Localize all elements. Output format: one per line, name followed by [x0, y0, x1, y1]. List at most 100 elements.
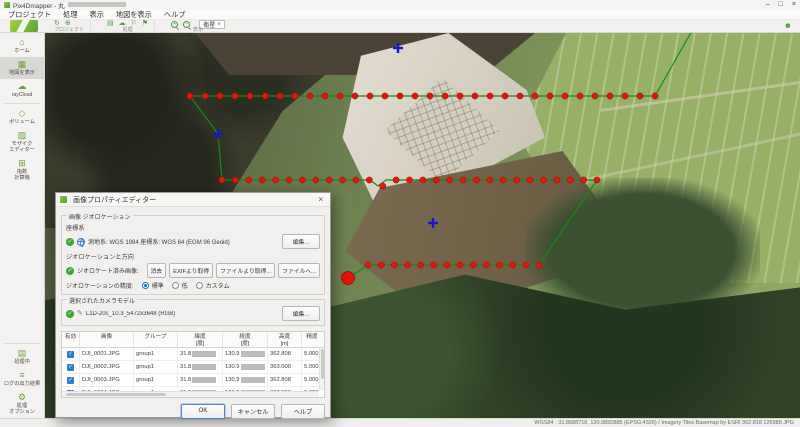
camera-position-dot[interactable] [272, 177, 278, 183]
menu-project[interactable]: プロジェクト [2, 9, 57, 20]
camera-position-dot[interactable] [567, 177, 573, 183]
camera-position-dot[interactable] [262, 93, 268, 99]
new-step-icon[interactable]: ▤ [107, 20, 114, 28]
camera-position-dot[interactable] [554, 177, 560, 183]
camera-position-dot[interactable] [322, 93, 328, 99]
minimize-button[interactable]: – [766, 0, 770, 9]
camera-position-dot[interactable] [496, 262, 502, 268]
menu-help[interactable]: ヘルプ [158, 9, 192, 20]
camera-position-dot[interactable] [219, 177, 225, 183]
camera-position-dot[interactable] [307, 93, 313, 99]
camera-position-dot[interactable] [286, 177, 292, 183]
menu-view[interactable]: 表示 [84, 9, 110, 20]
vertical-scrollbar[interactable] [319, 348, 324, 391]
col-latitude[interactable]: 緯度 [度] [178, 332, 223, 347]
camera-position-dot[interactable] [366, 177, 372, 183]
sidebar-item-processing[interactable]: ▤ 処理中 [0, 346, 44, 368]
camera-position-dot[interactable] [326, 177, 332, 183]
camera-position-dot[interactable] [259, 177, 265, 183]
col-image[interactable]: 画像 [80, 332, 134, 347]
camera-position-dot[interactable] [313, 177, 319, 183]
close-button[interactable]: × [792, 0, 796, 9]
sidebar-item-processing-options[interactable]: ⚙ 処理 オプション [0, 390, 44, 418]
sidebar-item-mosaic-editor[interactable]: ▨ モザイク エディター [0, 128, 44, 156]
camera-position-dot[interactable] [487, 93, 493, 99]
edit-camera-model-button[interactable]: 編集... [282, 306, 320, 321]
camera-position-dot[interactable] [339, 177, 345, 183]
ok-button[interactable]: OK [181, 404, 225, 419]
camera-position-dot[interactable] [247, 93, 253, 99]
camera-position-dot[interactable] [246, 177, 252, 183]
camera-position-dot[interactable] [523, 262, 529, 268]
camera-position-dot[interactable] [352, 93, 358, 99]
from-exif-button[interactable]: EXIFより取得 [169, 263, 213, 278]
col-longitude[interactable]: 経度 [度] [223, 332, 268, 347]
camera-position-dot[interactable] [232, 93, 238, 99]
menu-map-view[interactable]: 地図を表示 [110, 9, 158, 20]
row-enabled-checkbox[interactable]: ✓ [67, 377, 74, 384]
camera-position-dot[interactable] [187, 93, 193, 99]
sidebar-item-log-output[interactable]: ≡ ログの出力結果 [0, 368, 44, 390]
camera-position-dot[interactable] [444, 262, 450, 268]
col-enabled[interactable]: 有効 [62, 332, 80, 347]
camera-position-dot[interactable] [457, 93, 463, 99]
help-button[interactable]: ヘルプ [281, 404, 325, 419]
camera-position-dot[interactable] [652, 93, 658, 99]
camera-position-dot[interactable] [217, 93, 223, 99]
camera-position-dot[interactable] [607, 93, 613, 99]
camera-position-dot[interactable] [367, 93, 373, 99]
row-enabled-checkbox[interactable]: ✓ [67, 351, 74, 358]
camera-position-dot[interactable] [232, 177, 238, 183]
camera-position-dot[interactable] [406, 177, 412, 183]
table-row[interactable]: ✓DJI_0002.JPGgroup131.8130.9363.0005.000 [62, 361, 324, 374]
camera-position-dot[interactable] [532, 93, 538, 99]
camera-position-dot[interactable] [418, 262, 424, 268]
camera-position-dot[interactable] [547, 93, 553, 99]
camera-position-dot[interactable] [517, 93, 523, 99]
camera-position-dot[interactable] [472, 93, 478, 99]
accuracy-custom-radio[interactable] [196, 282, 203, 289]
accuracy-standard-radio[interactable] [142, 282, 149, 289]
maximize-button[interactable]: □ [779, 0, 783, 9]
row-enabled-checkbox[interactable]: ✓ [67, 364, 74, 371]
camera-position-dot[interactable] [365, 262, 371, 268]
camera-position-dot[interactable] [594, 177, 600, 183]
cancel-button[interactable]: キャンセル [231, 404, 275, 419]
camera-position-dot[interactable] [378, 262, 384, 268]
flag-filled-icon[interactable]: ⚑ [142, 20, 148, 28]
camera-position-dot[interactable] [202, 93, 208, 99]
edit-coordinate-system-button[interactable]: 編集... [282, 234, 320, 249]
camera-position-dot[interactable] [420, 177, 426, 183]
camera-position-dot[interactable] [447, 177, 453, 183]
start-position-dot[interactable] [342, 272, 355, 285]
camera-position-dot[interactable] [460, 177, 466, 183]
camera-position-dot[interactable] [487, 177, 493, 183]
camera-position-dot[interactable] [637, 93, 643, 99]
camera-position-dot[interactable] [431, 262, 437, 268]
to-file-button[interactable]: ファイルへ... [278, 263, 320, 278]
camera-position-dot[interactable] [581, 177, 587, 183]
camera-position-dot[interactable] [380, 183, 386, 189]
camera-position-dot[interactable] [427, 93, 433, 99]
camera-position-dot[interactable] [397, 93, 403, 99]
menu-process[interactable]: 処理 [57, 9, 83, 20]
clear-button[interactable]: 消去 [147, 263, 167, 278]
camera-position-dot[interactable] [510, 262, 516, 268]
col-altitude[interactable]: 高度 [m] [268, 332, 302, 347]
camera-position-dot[interactable] [404, 262, 410, 268]
sidebar-item-raycloud[interactable]: ☁ rayCloud [0, 79, 44, 101]
sidebar-item-index-calculator[interactable]: ⊞ 指数 計算機 [0, 156, 44, 184]
camera-position-dot[interactable] [292, 93, 298, 99]
from-file-button[interactable]: ファイルより取得... [216, 263, 275, 278]
table-row[interactable]: ✓DJI_0001.JPGgroup131.8130.9362.8085.000 [62, 348, 324, 361]
camera-position-dot[interactable] [470, 262, 476, 268]
dialog-titlebar[interactable]: 画像プロパティエディター × [56, 193, 330, 207]
table-row[interactable]: ✓DJI_0003.JPGgroup131.8130.9362.8085.000 [62, 374, 324, 387]
camera-position-dot[interactable] [382, 93, 388, 99]
camera-position-dot[interactable] [353, 177, 359, 183]
camera-position-dot[interactable] [514, 177, 520, 183]
camera-position-dot[interactable] [540, 177, 546, 183]
col-accuracy[interactable]: 精度 [302, 332, 322, 347]
zoom-out-icon[interactable]: − [183, 21, 190, 28]
zoom-in-icon[interactable]: + [171, 21, 178, 28]
